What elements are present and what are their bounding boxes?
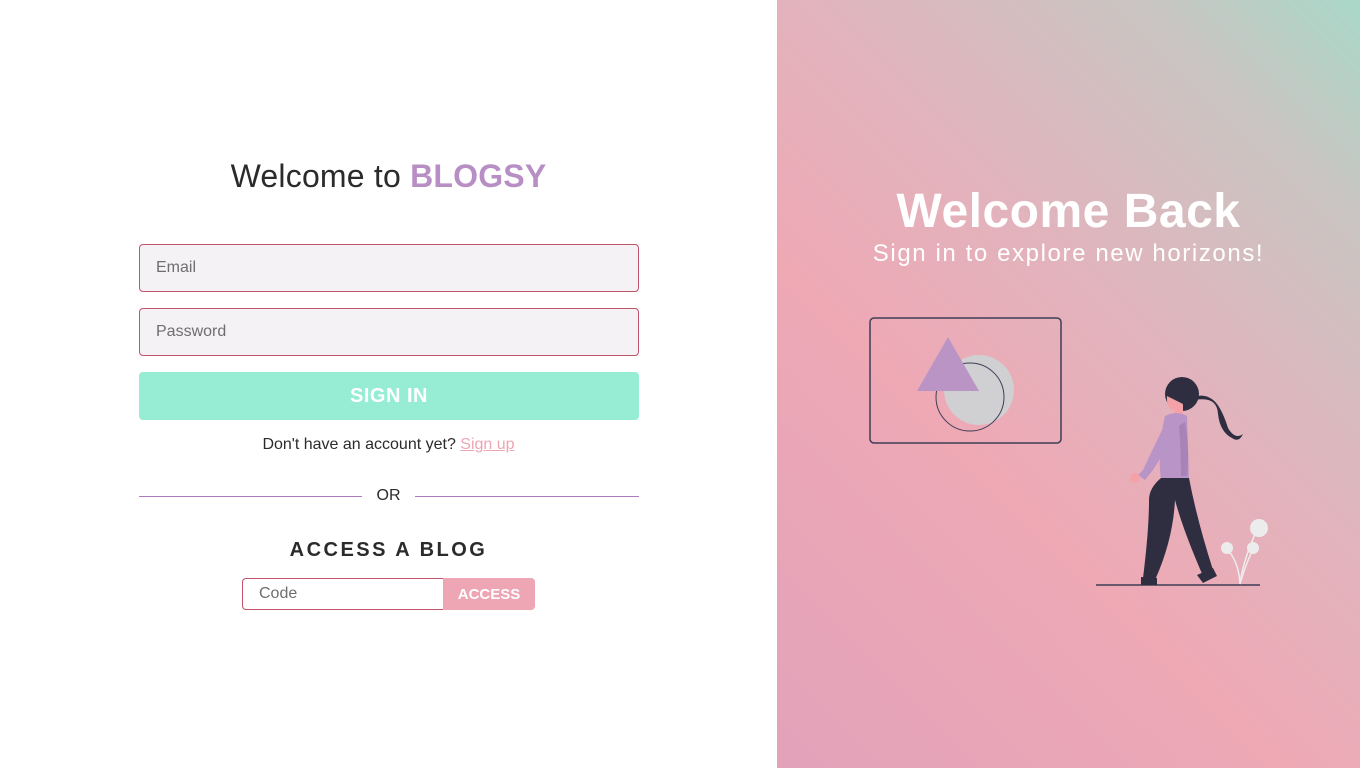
login-panel: Welcome to BLOGSY SIGN IN Don't have an … (0, 0, 777, 768)
no-account-text: Don't have an account yet? (262, 436, 456, 453)
access-button[interactable]: ACCESS (443, 578, 535, 610)
password-field[interactable] (139, 308, 639, 356)
woman-looking-at-picture-illustration (869, 317, 1268, 586)
sign-up-link[interactable]: Sign up (460, 436, 514, 453)
signup-prompt: Don't have an account yet? Sign up (0, 436, 777, 454)
divider-right (415, 496, 639, 497)
title-prefix: Welcome to (230, 158, 401, 194)
or-divider-text: OR (376, 487, 401, 504)
email-field[interactable] (139, 244, 639, 292)
plant (1221, 519, 1268, 585)
sign-in-button[interactable]: SIGN IN (139, 372, 639, 420)
divider-left (139, 496, 362, 497)
access-blog-title: ACCESS A BLOG (289, 539, 488, 561)
hero-panel: Welcome Back Sign in to explore new hori… (777, 0, 1360, 768)
brand-name: BLOGSY (410, 158, 547, 194)
login-page: Welcome to BLOGSY SIGN IN Don't have an … (0, 0, 1360, 768)
blog-code-input[interactable] (242, 578, 443, 610)
page-title: Welcome to BLOGSY (0, 158, 777, 195)
